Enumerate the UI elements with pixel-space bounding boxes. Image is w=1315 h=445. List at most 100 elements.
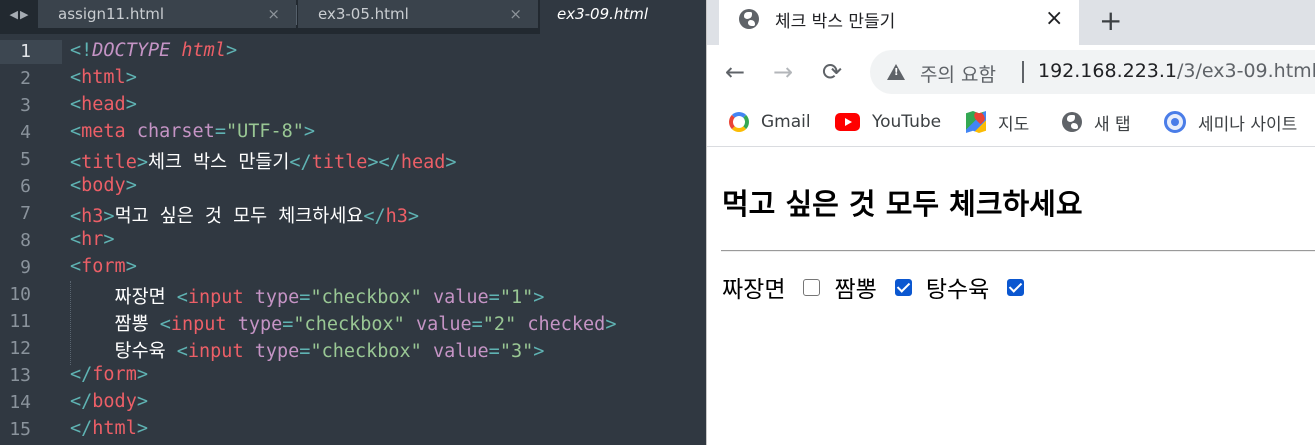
bookmark-maps[interactable]: 지도	[966, 107, 1029, 137]
youtube-icon	[835, 113, 860, 131]
code-token: >	[407, 206, 420, 227]
code-token: <	[70, 121, 82, 142]
code-token: =	[282, 314, 294, 335]
option-label-jjamppong: 짬뽕	[834, 277, 877, 303]
code-token: 체크 박스 만들기	[147, 152, 290, 173]
code-line[interactable]: 10 짜장면 <input type="checkbox" value="1">	[0, 280, 706, 308]
warning-icon[interactable]	[887, 64, 905, 80]
code-line[interactable]: 1 <!DOCTYPE html>	[0, 37, 706, 64]
code-editor[interactable]: ◀ ▶ assign11.html × ex3-05.html × ex3-09.…	[0, 0, 706, 445]
code-text: <html>	[70, 67, 137, 88]
code-token: >	[533, 341, 545, 362]
code-token: body	[92, 391, 137, 412]
code-token: input	[187, 287, 244, 308]
line-number: 4	[20, 122, 31, 143]
code-token: =	[299, 341, 311, 362]
close-icon[interactable]: ×	[509, 5, 522, 23]
back-icon[interactable]: ←	[725, 58, 745, 86]
code-area[interactable]: 1 <!DOCTYPE html> 2 <html> 3 <head> 4 <meta cha…	[0, 34, 706, 445]
code-line[interactable]: 14 </body>	[0, 388, 706, 415]
editor-tab-ex3-05[interactable]: ex3-05.html ×	[298, 0, 538, 28]
code-line[interactable]: 11 짬뽕 <input type="checkbox" value="2" c…	[0, 307, 706, 335]
code-line[interactable]: 2 <html>	[0, 64, 706, 91]
code-line[interactable]: 9 <form>	[0, 253, 706, 280]
page-heading: 먹고 싶은 것 모두 체크하세요	[722, 187, 1083, 221]
code-token: "UTF-8"	[225, 121, 304, 142]
line-number: 12	[9, 338, 31, 359]
code-token: DOCTYPE	[92, 40, 171, 61]
code-token: h3	[81, 206, 104, 227]
code-token: html	[181, 40, 226, 61]
code-text: <meta charset="UTF-8">	[70, 121, 315, 142]
line-number: 7	[20, 203, 31, 224]
code-token: 먹고 싶은 것 모두 체크하세요	[114, 206, 364, 227]
code-token: title	[311, 152, 368, 173]
checkbox-tangsuyuk[interactable]	[1007, 278, 1025, 296]
bookmark-gmail[interactable]: Gmail	[729, 107, 811, 137]
forward-icon[interactable]: →	[773, 58, 793, 86]
code-line[interactable]: 7 <h3>먹고 싶은 것 모두 체크하세요</h3>	[0, 199, 706, 227]
editor-tab-assign11[interactable]: assign11.html ×	[38, 0, 296, 28]
code-token: >	[605, 314, 617, 335]
code-token: 짬뽕	[70, 314, 160, 335]
code-token: >	[103, 229, 115, 250]
code-token: charset	[136, 121, 215, 142]
tab-scroll-arrows[interactable]: ◀ ▶	[0, 0, 38, 28]
code-token: >	[125, 94, 137, 115]
browser-tab-title: 체크 박스 만들기	[775, 12, 896, 32]
line-number: 11	[9, 311, 31, 332]
code-line[interactable]: 5 <title>체크 박스 만들기</title></head>	[0, 145, 706, 173]
code-token: =	[471, 314, 483, 335]
code-token: "checkbox"	[293, 314, 405, 335]
browser-tab-active[interactable]: 체크 박스 만들기 ×	[719, 0, 1079, 45]
code-text: </html>	[70, 418, 148, 439]
bookmark-youtube[interactable]: YouTube	[835, 107, 941, 137]
code-token: </	[70, 364, 93, 385]
url-text[interactable]: 192.168.223.1/3/ex3-09.html	[1038, 60, 1315, 82]
code-line[interactable]: 13 </form>	[0, 361, 706, 388]
editor-tab-ex3-09-active[interactable]: ex3-09.html	[540, 0, 706, 34]
code-token: 탕수육	[70, 341, 177, 362]
close-icon[interactable]: ×	[1045, 6, 1063, 31]
bookmarks-bar: Gmail YouTube 지도 새 탭 세미나 사이트	[707, 100, 1315, 147]
code-token: >	[103, 206, 115, 227]
code-token: "checkbox"	[310, 287, 422, 308]
option-label-tangsuyuk: 탕수육	[925, 277, 990, 303]
security-status[interactable]: 주의 요함	[920, 60, 996, 87]
address-bar[interactable]: 주의 요함 192.168.223.1/3/ex3-09.html	[870, 50, 1315, 94]
close-icon[interactable]: ×	[267, 5, 280, 23]
checkbox-jjamppong[interactable]	[894, 278, 912, 296]
browser-tab-strip: 체크 박스 만들기 × +	[707, 0, 1315, 45]
code-line[interactable]: 6 <body>	[0, 172, 706, 199]
code-line[interactable]: 8 <hr>	[0, 226, 706, 253]
code-token: value	[415, 314, 472, 335]
code-line[interactable]: 12 탕수육 <input type="checkbox" value="3">	[0, 334, 706, 363]
bookmark-label: YouTube	[872, 112, 942, 132]
maps-icon	[966, 111, 986, 133]
code-token: <!	[70, 40, 93, 61]
code-token: value	[432, 341, 489, 362]
line-number: 10	[9, 284, 31, 305]
bookmark-seminar-site[interactable]: 세미나 사이트	[1164, 107, 1297, 137]
reload-icon[interactable]: ⟳	[822, 58, 842, 86]
code-text: 탕수육 <input type="checkbox" value="3">	[70, 337, 545, 363]
tab-scroll-right-icon[interactable]: ▶	[20, 8, 28, 21]
tab-scroll-left-icon[interactable]: ◀	[10, 8, 18, 21]
code-text: <body>	[70, 175, 137, 196]
code-token: "3"	[499, 341, 534, 362]
bookmark-new-tab[interactable]: 새 탭	[1062, 107, 1131, 137]
address-divider	[1022, 61, 1024, 83]
bookmark-label: 새 탭	[1094, 114, 1131, 135]
code-token: >	[125, 256, 137, 277]
code-line[interactable]: 4 <meta charset="UTF-8">	[0, 118, 706, 145]
code-line[interactable]: 3 <head>	[0, 91, 706, 118]
code-token: 짜장면	[70, 287, 177, 308]
line-number: 14	[9, 392, 31, 413]
code-token: >	[445, 152, 457, 173]
code-line[interactable]: 15 </html>	[0, 415, 706, 442]
new-tab-button[interactable]: +	[1099, 4, 1122, 37]
code-token: type	[254, 287, 300, 308]
checkbox-jajangmyeon[interactable]	[803, 278, 821, 296]
